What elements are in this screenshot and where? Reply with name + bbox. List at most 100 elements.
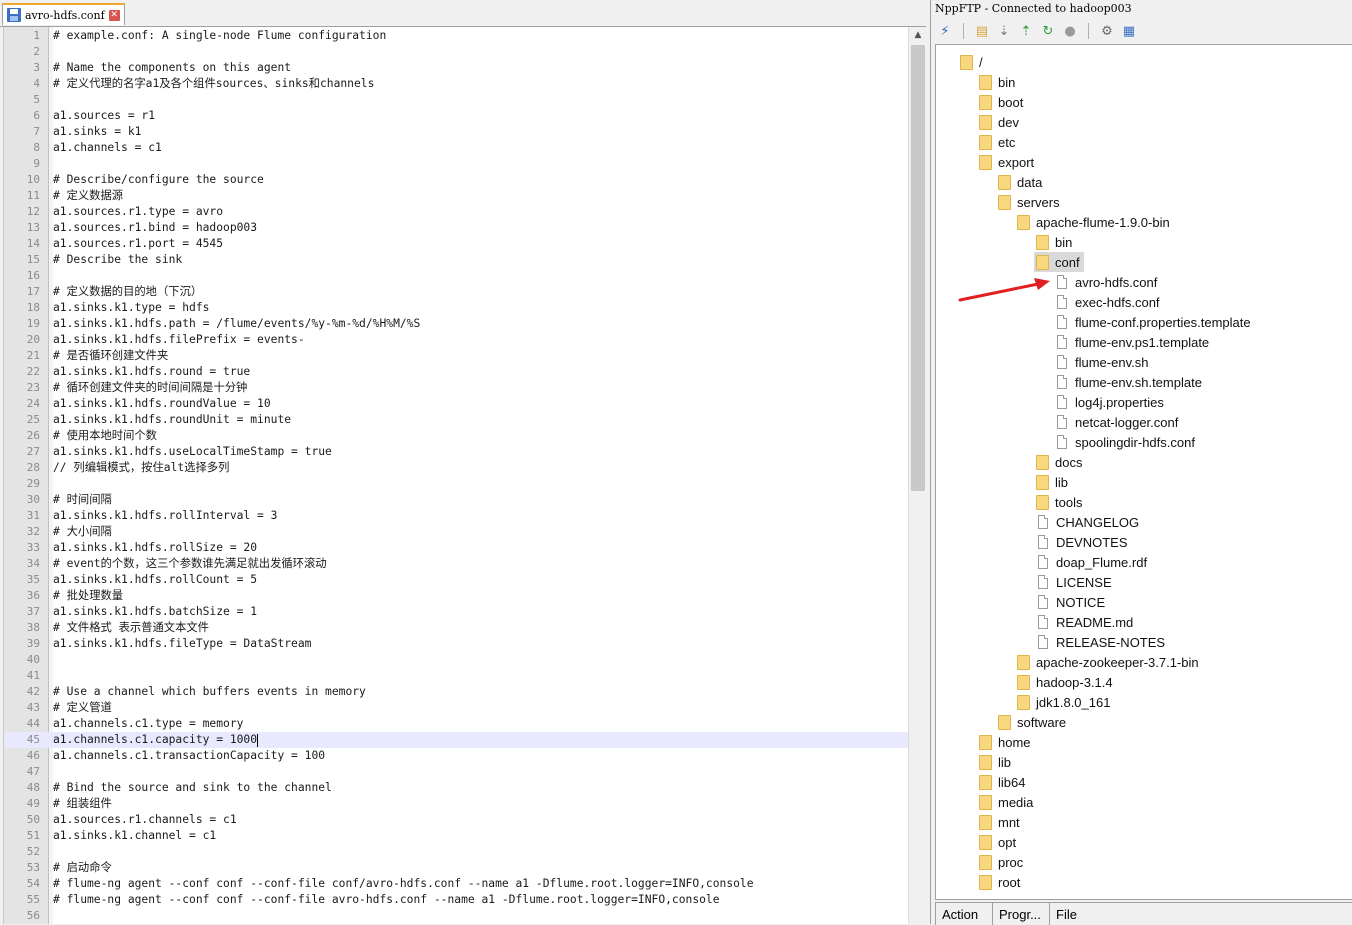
tree-file[interactable]: flume-conf.properties.template	[1053, 312, 1255, 332]
tree-folder[interactable]: /	[958, 52, 987, 72]
code-line[interactable]: 23 # 循环创建文件夹的时间间隔是十分钟	[4, 380, 909, 396]
upload-icon[interactable]: ⇡	[1016, 21, 1036, 41]
tree-folder[interactable]: lib64	[977, 772, 1029, 792]
code-line[interactable]: 45 a1.channels.c1.capacity = 1000	[4, 732, 909, 748]
tree-file[interactable]: flume-env.ps1.template	[1053, 332, 1213, 352]
scrollbar-thumb[interactable]	[911, 45, 925, 491]
code-line[interactable]: 38 # 文件格式 表示普通文本文件	[4, 620, 909, 636]
close-tab-icon[interactable]: ✕	[108, 9, 120, 21]
code-line[interactable]: 2	[4, 44, 909, 60]
tree-file[interactable]: exec-hdfs.conf	[1053, 292, 1164, 312]
code-line[interactable]: 4 # 定义代理的名字a1及各个组件sources、sinks和channels	[4, 76, 909, 92]
code-line[interactable]: 21 # 是否循环创建文件夹	[4, 348, 909, 364]
code-line[interactable]: 15 # Describe the sink	[4, 252, 909, 268]
abort-icon[interactable]: ●	[1060, 21, 1080, 41]
tree-folder[interactable]: mnt	[977, 812, 1024, 832]
code-line[interactable]: 11 # 定义数据源	[4, 188, 909, 204]
tree-folder[interactable]: lib	[1034, 472, 1072, 492]
code-line[interactable]: 14 a1.sources.r1.port = 4545	[4, 236, 909, 252]
tree-folder[interactable]: software	[996, 712, 1070, 732]
remote-file-tree[interactable]: / bin boot dev etc export data servers apache-fl…	[935, 44, 1352, 900]
code-line[interactable]: 8 a1.channels = c1	[4, 140, 909, 156]
code-line[interactable]: 50 a1.sources.r1.channels = c1	[4, 812, 909, 828]
code-line[interactable]: 41	[4, 668, 909, 684]
code-line[interactable]: 43 # 定义管道	[4, 700, 909, 716]
code-line[interactable]: 44 a1.channels.c1.type = memory	[4, 716, 909, 732]
code-line[interactable]: 29	[4, 476, 909, 492]
file-tab-avro-hdfs[interactable]: avro-hdfs.conf ✕	[2, 3, 125, 25]
tree-folder[interactable]: proc	[977, 852, 1027, 872]
code-line[interactable]: 53 # 启动命令	[4, 860, 909, 876]
tab-progress[interactable]: Progr...	[992, 902, 1050, 925]
scroll-up-icon[interactable]: ▲	[909, 27, 927, 44]
code-line[interactable]: 26 # 使用本地时间个数	[4, 428, 909, 444]
code-line[interactable]: 35 a1.sinks.k1.hdfs.rollCount = 5	[4, 572, 909, 588]
open-folder-icon[interactable]: ▤	[972, 21, 992, 41]
code-line[interactable]: 3 # Name the components on this agent	[4, 60, 909, 76]
code-line[interactable]: 32 # 大小间隔	[4, 524, 909, 540]
code-line[interactable]: 34 # event的个数，这三个参数谁先满足就出发循环滚动	[4, 556, 909, 572]
code-line[interactable]: 33 a1.sinks.k1.hdfs.rollSize = 20	[4, 540, 909, 556]
tree-file[interactable]: DEVNOTES	[1034, 532, 1132, 552]
code-line[interactable]: 39 a1.sinks.k1.hdfs.fileType = DataStream	[4, 636, 909, 652]
code-line[interactable]: 36 # 批处理数量	[4, 588, 909, 604]
code-line[interactable]: 12 a1.sources.r1.type = avro	[4, 204, 909, 220]
tree-folder[interactable]: export	[977, 152, 1038, 172]
code-line[interactable]: 24 a1.sinks.k1.hdfs.roundValue = 10	[4, 396, 909, 412]
code-line[interactable]: 48 # Bind the source and sink to the chan…	[4, 780, 909, 796]
code-line[interactable]: 27 a1.sinks.k1.hdfs.useLocalTimeStamp = t…	[4, 444, 909, 460]
tree-file[interactable]: flume-env.sh	[1053, 352, 1152, 372]
connect-icon[interactable]: ⚡	[935, 21, 955, 41]
code-line[interactable]: 6 a1.sources = r1	[4, 108, 909, 124]
tree-file[interactable]: LICENSE	[1034, 572, 1116, 592]
tree-folder[interactable]: etc	[977, 132, 1019, 152]
tree-folder[interactable]: bin	[977, 72, 1019, 92]
code-line[interactable]: 17 # 定义数据的目的地（下沉）	[4, 284, 909, 300]
code-line[interactable]: 9	[4, 156, 909, 172]
tree-folder[interactable]: docs	[1034, 452, 1086, 472]
tree-folder[interactable]: conf	[1034, 252, 1084, 272]
tree-file[interactable]: README.md	[1034, 612, 1137, 632]
code-line[interactable]: 54 # flume-ng agent --conf conf --conf-fi…	[4, 876, 909, 892]
tree-file[interactable]: flume-env.sh.template	[1053, 372, 1206, 392]
tree-folder[interactable]: apache-zookeeper-3.7.1-bin	[1015, 652, 1203, 672]
message-window-icon[interactable]: ▦	[1119, 21, 1139, 41]
tree-file[interactable]: spoolingdir-hdfs.conf	[1053, 432, 1199, 452]
code-line[interactable]: 1 # example.conf: A single-node Flume con…	[4, 28, 909, 44]
tree-folder[interactable]: jdk1.8.0_161	[1015, 692, 1114, 712]
code-line[interactable]: 30 # 时间间隔	[4, 492, 909, 508]
tree-folder[interactable]: data	[996, 172, 1046, 192]
tree-folder[interactable]: servers	[996, 192, 1064, 212]
download-icon[interactable]: ⇣	[994, 21, 1014, 41]
tree-folder[interactable]: opt	[977, 832, 1020, 852]
code-line[interactable]: 40	[4, 652, 909, 668]
tree-folder[interactable]: media	[977, 792, 1037, 812]
code-line[interactable]: 56	[4, 908, 909, 924]
code-line[interactable]: 37 a1.sinks.k1.hdfs.batchSize = 1	[4, 604, 909, 620]
editor-vertical-scrollbar[interactable]: ▲	[908, 27, 927, 924]
code-line[interactable]: 46 a1.channels.c1.transactionCapacity = 1…	[4, 748, 909, 764]
code-line[interactable]: 49 # 组装组件	[4, 796, 909, 812]
code-line[interactable]: 52	[4, 844, 909, 860]
tab-action[interactable]: Action	[935, 902, 993, 925]
code-line[interactable]: 42 # Use a channel which buffers events i…	[4, 684, 909, 700]
tree-folder[interactable]: lib	[977, 752, 1015, 772]
settings-icon[interactable]: ⚙	[1097, 21, 1117, 41]
code-line[interactable]: 55 # flume-ng agent --conf conf --conf-fi…	[4, 892, 909, 908]
code-editor[interactable]: 1 # example.conf: A single-node Flume con…	[3, 27, 909, 924]
code-line[interactable]: 20 a1.sinks.k1.hdfs.filePrefix = events-	[4, 332, 909, 348]
tree-folder[interactable]: boot	[977, 92, 1027, 112]
code-line[interactable]: 5	[4, 92, 909, 108]
tree-file[interactable]: avro-hdfs.conf	[1053, 272, 1161, 292]
tree-folder[interactable]: bin	[1034, 232, 1076, 252]
tree-file[interactable]: log4j.properties	[1053, 392, 1168, 412]
code-line[interactable]: 22 a1.sinks.k1.hdfs.round = true	[4, 364, 909, 380]
tree-file[interactable]: RELEASE-NOTES	[1034, 632, 1169, 652]
tab-file[interactable]: File	[1049, 902, 1352, 925]
tree-file[interactable]: netcat-logger.conf	[1053, 412, 1182, 432]
code-line[interactable]: 16	[4, 268, 909, 284]
tree-file[interactable]: CHANGELOG	[1034, 512, 1143, 532]
tree-folder[interactable]: dev	[977, 112, 1023, 132]
code-line[interactable]: 31 a1.sinks.k1.hdfs.rollInterval = 3	[4, 508, 909, 524]
code-line[interactable]: 10 # Describe/configure the source	[4, 172, 909, 188]
